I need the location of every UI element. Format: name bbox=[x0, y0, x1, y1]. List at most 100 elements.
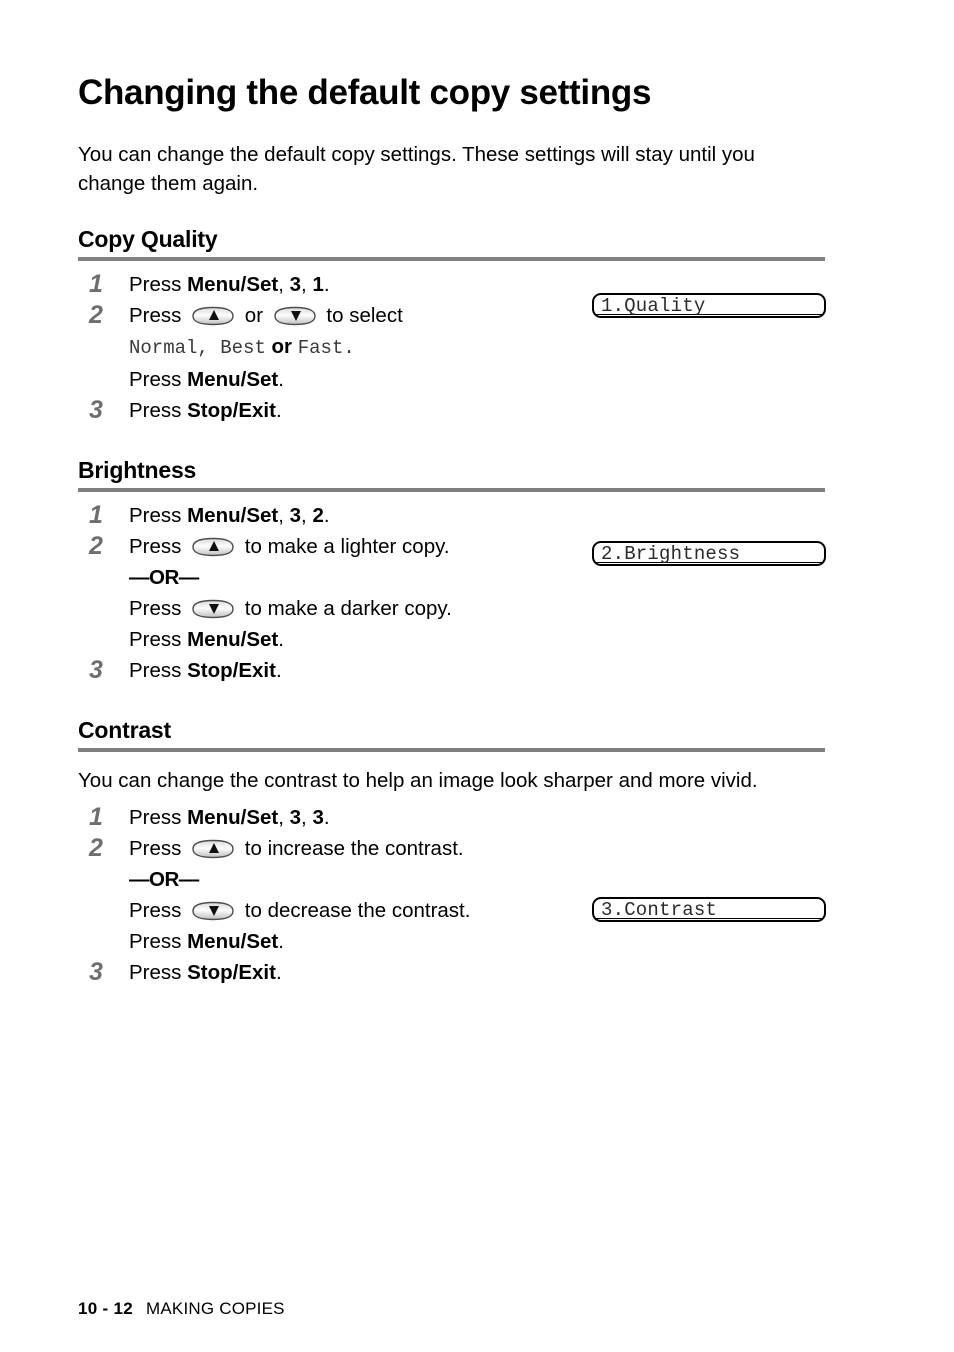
step-text-after: to decrease the contrast. bbox=[239, 899, 471, 922]
step-number: 1 bbox=[89, 803, 103, 831]
step-item: 2 Press to increase the contrast. —OR— P… bbox=[78, 833, 878, 957]
section-contrast: Contrast You can change the contrast to … bbox=[78, 716, 878, 988]
up-arrow-key-icon bbox=[191, 306, 235, 326]
triangle-down-glyph bbox=[209, 604, 220, 614]
page-title: Changing the default copy settings bbox=[78, 73, 652, 112]
lcd-text: 1.Quality bbox=[601, 295, 706, 317]
step-text: Press Stop/Exit. bbox=[129, 395, 878, 426]
lcd-display-quality: 1.Quality bbox=[592, 293, 826, 318]
up-arrow-key-icon bbox=[191, 537, 235, 557]
down-arrow-key-icon bbox=[273, 306, 317, 326]
key-label-menu-set: Menu/Set bbox=[187, 368, 279, 391]
lcd-text: 2.Brightness bbox=[601, 543, 741, 565]
footer-page-number: 10 - 12 bbox=[78, 1299, 134, 1318]
key-label-digit-1: 3 bbox=[289, 273, 302, 296]
triangle-down-glyph bbox=[209, 906, 220, 916]
step-text-prefix: Press bbox=[129, 837, 188, 860]
option-period: . bbox=[343, 337, 355, 359]
footer-section-name: MAKING COPIES bbox=[146, 1299, 285, 1318]
step-number: 3 bbox=[89, 656, 103, 684]
step-text-prefix: Press bbox=[129, 961, 188, 984]
lcd-display-brightness: 2.Brightness bbox=[592, 541, 826, 566]
key-label-menu-set: Menu/Set bbox=[187, 504, 279, 527]
step-text-mid: , bbox=[278, 504, 290, 527]
step-text-suffix: . bbox=[278, 368, 284, 391]
step-text-after: to increase the contrast. bbox=[239, 837, 464, 860]
step-text-suffix: . bbox=[275, 961, 282, 984]
page-intro-paragraph: You can change the default copy settings… bbox=[78, 143, 755, 195]
lcd-option-fast: Fast bbox=[297, 337, 344, 359]
step-text-after: to make a lighter copy. bbox=[239, 535, 450, 558]
step-number: 2 bbox=[89, 532, 103, 560]
or-separator: —OR— bbox=[129, 566, 199, 589]
step-text: Press Menu/Set. bbox=[129, 926, 878, 957]
key-label-digit-2: 3 bbox=[312, 806, 324, 829]
step-number: 3 bbox=[89, 958, 103, 986]
step-text-prefix: Press bbox=[129, 930, 188, 953]
triangle-up-glyph bbox=[209, 843, 220, 853]
document-page: Changing the default copy settings You c… bbox=[0, 0, 954, 1352]
lcd-display-contrast: 3.Contrast bbox=[592, 897, 826, 922]
step-text-prefix: Press bbox=[129, 806, 188, 829]
step-text-mid: , bbox=[278, 273, 290, 296]
step-item: 3 Press Stop/Exit. bbox=[78, 957, 878, 988]
step-number: 2 bbox=[89, 834, 103, 862]
step-text-suffix: . bbox=[323, 806, 330, 829]
step-text: Press Menu/Set, 3, 3. bbox=[129, 802, 878, 833]
key-label-menu-set: Menu/Set bbox=[187, 628, 279, 651]
step-number: 1 bbox=[89, 270, 103, 298]
key-label-menu-set: Menu/Set bbox=[187, 930, 279, 953]
step-text-mid2: , bbox=[301, 504, 313, 527]
triangle-down-glyph bbox=[290, 311, 301, 321]
step-item: 1 Press Menu/Set, 3, 2. bbox=[78, 500, 878, 531]
step-text-prefix: Press bbox=[129, 899, 188, 922]
lcd-option-best: Best bbox=[220, 337, 266, 359]
content-column: Changing the default copy settings You c… bbox=[78, 72, 878, 988]
step-text-suffix: . bbox=[323, 273, 330, 296]
step-number: 3 bbox=[89, 396, 103, 424]
down-arrow-key-icon bbox=[191, 599, 235, 619]
step-text-mid2: , bbox=[301, 806, 313, 829]
step-text-prefix: Press bbox=[129, 304, 188, 327]
step-text-suffix: . bbox=[323, 504, 330, 527]
step-text-between: or bbox=[239, 304, 269, 327]
key-label-digit-1: 3 bbox=[289, 504, 302, 527]
key-label-digit-2: 2 bbox=[312, 504, 324, 527]
section-copy-quality: Copy Quality 1 Press Menu/Set, 3, 1. 2 P… bbox=[78, 225, 878, 426]
or-separator: —OR— bbox=[129, 868, 199, 891]
key-label-stop-exit: Stop/Exit bbox=[187, 961, 276, 984]
step-text: Press to increase the contrast. bbox=[129, 833, 878, 864]
step-text-prefix: Press bbox=[129, 597, 188, 620]
step-text: Press to make a darker copy. bbox=[129, 593, 878, 624]
step-text: Press Menu/Set. bbox=[129, 624, 878, 655]
step-text-prefix: Press bbox=[129, 659, 188, 682]
option-comma: , bbox=[197, 337, 221, 359]
page-footer: 10 - 12 MAKING COPIES bbox=[78, 1298, 285, 1320]
step-text-prefix: Press bbox=[129, 535, 188, 558]
step-item: 1 Press Menu/Set, 3, 3. bbox=[78, 802, 878, 833]
step-number: 2 bbox=[89, 301, 103, 329]
step-text: Press Stop/Exit. bbox=[129, 957, 878, 988]
section-divider bbox=[78, 748, 825, 752]
key-label-stop-exit: Stop/Exit bbox=[187, 399, 276, 422]
step-text-suffix: . bbox=[278, 628, 284, 651]
section-intro-contrast: You can change the contrast to help an i… bbox=[78, 769, 758, 792]
step-text: Press Stop/Exit. bbox=[129, 655, 878, 686]
section-brightness: Brightness 1 Press Menu/Set, 3, 2. 2 Pre… bbox=[78, 456, 878, 686]
section-divider bbox=[78, 257, 825, 261]
step-item: 3 Press Stop/Exit. bbox=[78, 395, 878, 426]
step-item: 3 Press Stop/Exit. bbox=[78, 655, 878, 686]
step-text: Press Menu/Set, 3, 2. bbox=[129, 500, 878, 531]
steps-contrast: 1 Press Menu/Set, 3, 3. 2 Press to incre… bbox=[78, 802, 878, 988]
step-text-suffix: . bbox=[275, 659, 282, 682]
step-text: Press Menu/Set. bbox=[129, 364, 878, 395]
step-text-prefix: Press bbox=[129, 399, 188, 422]
up-arrow-key-icon bbox=[191, 839, 235, 859]
step-text-prefix: Press bbox=[129, 504, 188, 527]
triangle-up-glyph bbox=[209, 541, 220, 551]
step-text-options: Normal, Best or Fast. bbox=[129, 331, 878, 364]
section-heading-copy-quality: Copy Quality bbox=[78, 226, 218, 252]
key-label-menu-set: Menu/Set bbox=[187, 273, 279, 296]
section-heading-brightness: Brightness bbox=[78, 457, 197, 483]
step-text-mid: , bbox=[278, 806, 290, 829]
